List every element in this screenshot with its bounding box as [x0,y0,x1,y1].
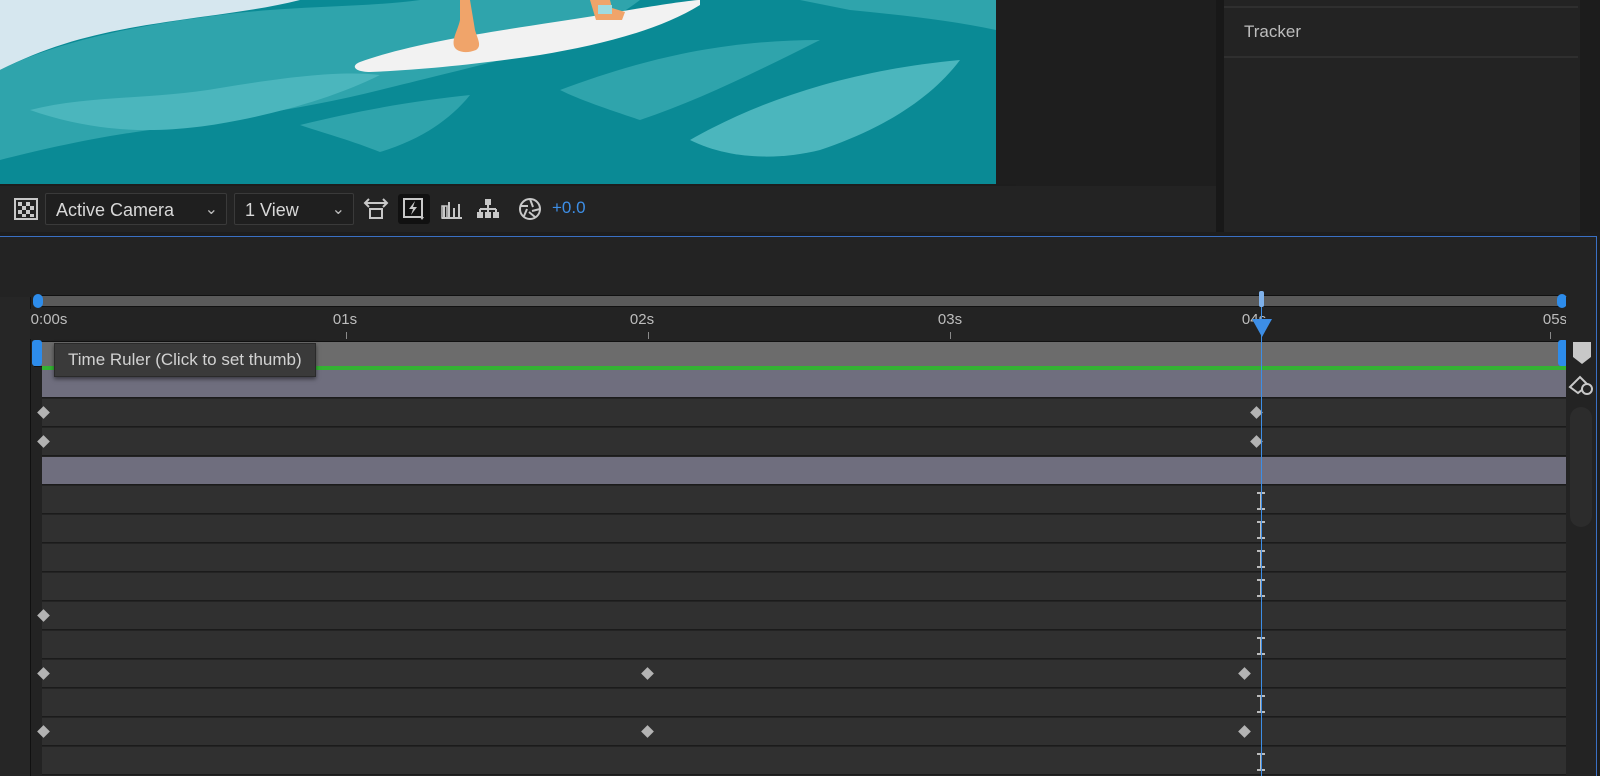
ruler-tick [648,332,649,339]
camera-dropdown-value: Active Camera [56,200,175,220]
panel-divider-line [1224,6,1578,8]
keyframe-icon[interactable] [37,667,50,680]
composition-viewer[interactable] [0,0,1016,184]
tracker-panel-tab[interactable]: Tracker [1244,22,1301,42]
keyframe-icon[interactable] [37,609,50,622]
camera-dropdown[interactable]: Active Camera ⌄ [45,193,227,225]
tracker-panel: Tracker [1224,0,1600,232]
ruler-label: 01s [332,311,358,328]
time-ruler[interactable]: 0:00s 01s 02s 03s 04s 05s [30,309,1568,339]
view-layout-dropdown-value: 1 View [245,200,299,220]
keyframe-icon[interactable] [1238,725,1251,738]
layer-duration-bar[interactable] [42,457,1566,485]
keyframe-icon[interactable] [1238,667,1251,680]
navigator-start-handle[interactable] [33,294,43,308]
fast-preview-icon[interactable] [398,194,430,224]
property-track-row [42,544,1566,572]
timeline-right-rail [1566,297,1596,776]
toggle-3d-icon[interactable] [362,195,390,223]
time-ruler-tooltip: Time Ruler (Click to set thumb) [54,343,316,377]
property-track-row [37,602,1566,630]
chevron-down-icon: ⌄ [204,201,218,218]
view-layout-dropdown[interactable]: 1 View ⌄ [234,193,354,225]
ruler-tick [950,332,951,339]
ruler-label: 05s [1542,311,1568,328]
property-track-row [37,718,1566,746]
draft-3d-icon[interactable] [438,195,466,223]
work-area-start-handle[interactable] [32,340,42,366]
ruler-label: 02s [629,311,655,328]
reset-exposure-icon[interactable] [516,195,544,223]
ruler-label: 03s [937,311,963,328]
current-time-navigator-marker[interactable] [1259,291,1264,307]
property-track-row [42,631,1566,659]
ruler-tick [1550,332,1551,339]
current-time-indicator-line[interactable] [1261,297,1262,776]
viewer-toolbar: Active Camera ⌄ 1 View ⌄ +0.0 [0,186,1216,232]
panel-divider[interactable] [1216,0,1224,232]
panel-edge [1580,0,1600,232]
property-track-row [37,660,1566,688]
property-track-row [42,486,1566,514]
timeline-panel: 0:00s 01s 02s 03s 04s 05s Time Ruler (Cl… [0,236,1597,776]
marker-icon[interactable] [1572,341,1592,365]
property-track-row [37,428,1566,456]
keyframe-icon[interactable] [37,725,50,738]
property-track-row [42,747,1566,775]
panel-divider-line [1224,56,1578,58]
layer-switches-column [0,297,31,776]
property-track-row [42,573,1566,601]
current-time-indicator-head[interactable] [1252,319,1272,337]
graph-editor-toggle-icon[interactable] [1568,373,1594,395]
composition-artwork [0,0,996,184]
keyframe-icon[interactable] [37,435,50,448]
property-track-row [37,399,1566,427]
transparency-grid-icon[interactable] [12,195,40,223]
exposure-value[interactable]: +0.0 [552,198,586,218]
ruler-tick [346,332,347,339]
keyframe-icon[interactable] [641,725,654,738]
ruler-label: 0:00s [30,311,68,328]
property-track-row [42,515,1566,543]
keyframe-icon[interactable] [641,667,654,680]
chevron-down-icon: ⌄ [331,201,345,218]
flowchart-icon[interactable] [474,195,502,223]
vertical-scrollbar[interactable] [1570,407,1592,527]
property-track-row [42,689,1566,717]
keyframe-icon[interactable] [37,406,50,419]
time-navigator[interactable] [33,294,1567,308]
